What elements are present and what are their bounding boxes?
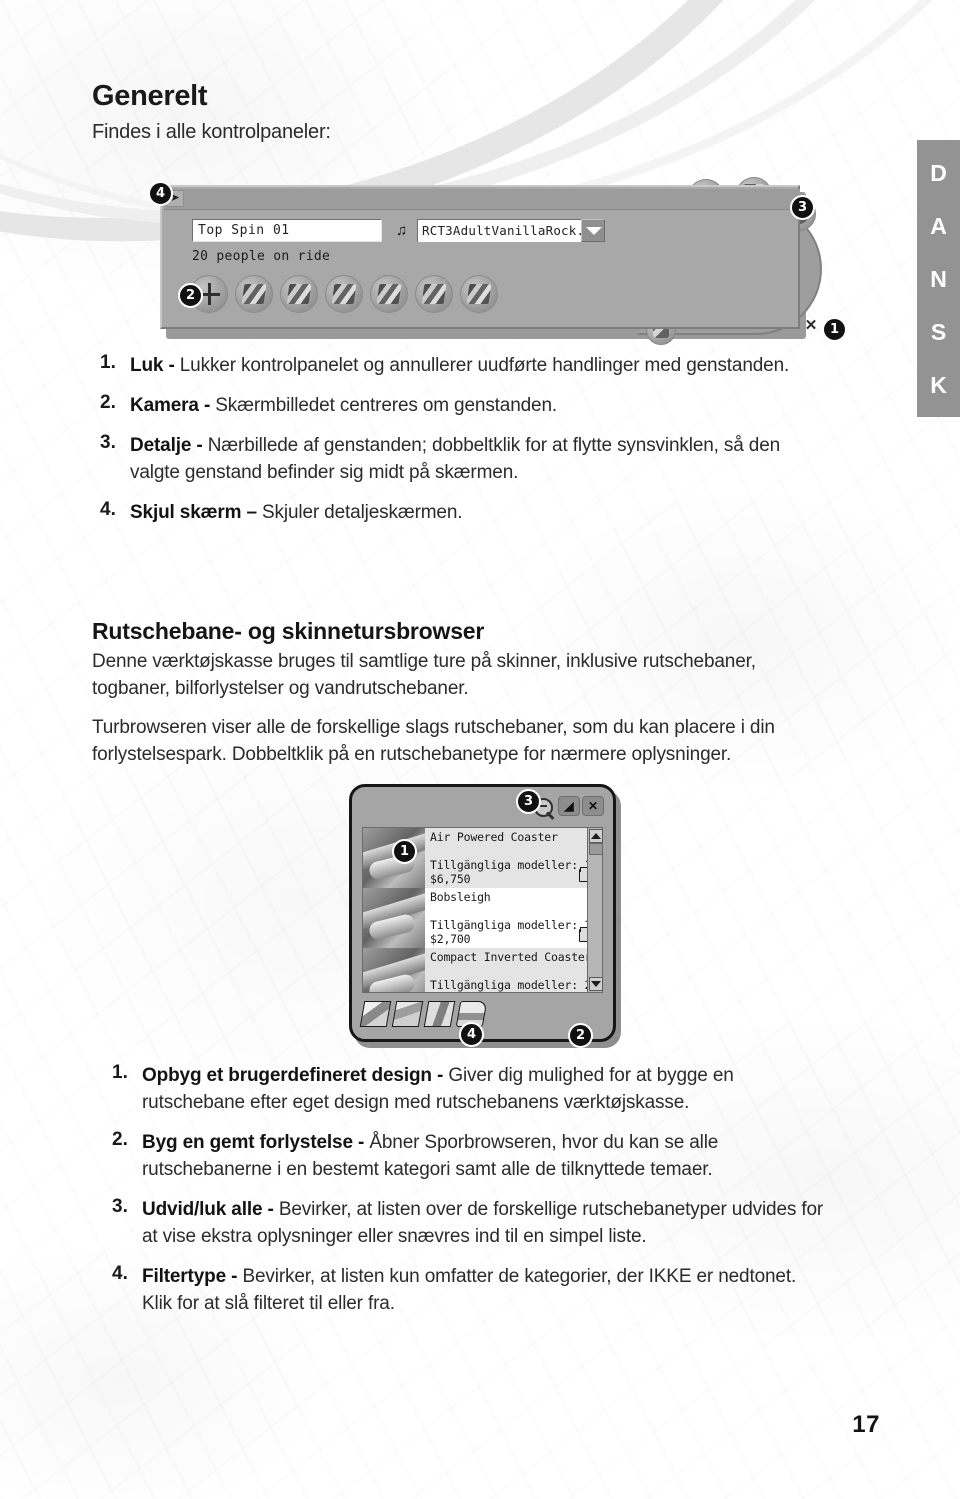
callout-badge-4: 4 [148,181,173,206]
ride-vehicle-icon[interactable] [235,275,273,313]
control-panel-legend-list: 1. Luk - Lukker kontrolpanelet og annull… [100,352,812,539]
list-item-number: 3. [100,432,116,453]
coaster-browser-screenshot: ◢ ✕ Air Powered Coaster Tillgängliga mod… [349,784,621,1048]
page-content: Generelt Findes i alle kontrolpaneler: D… [0,0,960,1499]
people-on-ride-status: 20 people on ride [192,249,331,264]
list-item-term: Byg en gemt forlystelse - [142,1132,370,1153]
settings-icon[interactable] [460,275,498,313]
list-item: 4. Filtertype - Bevirker, at listen kun … [112,1263,828,1317]
page-subtitle: Findes i alle kontrolpaneler: [92,121,331,143]
dansk-letter-k: K [930,372,947,398]
list-item-number: 4. [112,1263,128,1284]
list-item: 3. Detalje - Nærbillede af genstanden; d… [100,432,812,486]
track-layout-icon[interactable] [280,275,318,313]
ride-name-input[interactable]: Top Spin 01 [192,219,382,242]
list-item: 1. Opbyg et brugerdefineret design - Giv… [112,1062,828,1116]
coaster-models: Tillgängliga modeller: 2 [430,978,592,992]
page-title: Generelt [92,80,208,112]
coaster-title: Air Powered Coaster [430,830,558,844]
chevron-down-icon[interactable] [581,219,605,242]
list-item-number: 1. [100,352,116,373]
list-scrollbar[interactable] [587,827,603,993]
browser-legend-list: 1. Opbyg et brugerdefineret design - Giv… [112,1062,828,1330]
callout-badge-1: 1 [392,839,417,864]
list-item: 3. Udvid/luk alle - Bevirker, at listen … [112,1196,828,1250]
callout-badge-2: 2 [178,283,203,308]
list-item-number: 2. [112,1129,128,1150]
section-heading: Rutschebane- og skinnetursbrowser [92,618,485,644]
coaster-thumbnail [363,888,425,948]
control-panel-body: ➤ Top Spin 01 ♫ RCT3AdultVanillaRock.i 2… [160,185,800,329]
control-panel-screenshot: ➤ Top Spin 01 ♫ RCT3AdultVanillaRock.i 2… [148,177,847,345]
dansk-letter-s: S [930,319,947,345]
music-track-input[interactable]: RCT3AdultVanillaRock.i [417,219,581,242]
music-speaker-icon[interactable] [415,275,453,313]
list-item-term: Udvid/luk alle - [142,1199,279,1220]
dansk-letter-a: A [930,213,947,239]
list-item-desc: Skjuler detaljeskærmen. [262,502,463,523]
callout-badge-4: 4 [459,1022,484,1047]
list-item-desc: Lukker kontrolpanelet og annullerer uudf… [179,355,790,376]
pin-icon[interactable]: ◢ [558,796,580,816]
section-paragraph-2: Turbrowseren viser alle de forskellige s… [92,717,775,765]
close-x-icon[interactable]: ✕ [802,318,820,334]
expand-collapse-icon[interactable] [423,1001,456,1027]
close-x-icon[interactable]: ✕ [582,796,604,816]
dansk-letter-n: N [930,266,947,292]
queue-line-icon[interactable] [325,275,363,313]
control-panel-titlebar [164,189,800,210]
dansk-letter-d: D [930,160,947,186]
coaster-models: Tillgängliga modeller: 2 [430,918,592,932]
maintenance-icon[interactable] [370,275,408,313]
coaster-price: $2,700 [430,932,471,946]
scroll-down-arrow-icon[interactable] [589,977,603,991]
list-item-desc: Skærmbilledet centreres om genstanden. [215,395,558,416]
callout-badge-1: 1 [822,317,847,342]
music-note-icon: ♫ [396,222,408,239]
coaster-price: $6,750 [430,872,471,886]
section-paragraph-1: Denne værktøjskasse bruges til samtlige … [92,651,756,699]
scrollbar-thumb[interactable] [589,843,603,855]
page-number: 17 [852,1411,880,1438]
language-tab-dansk: D A N S K [917,140,960,417]
dialog-body: ◢ ✕ Air Powered Coaster Tillgängliga mod… [349,784,616,1042]
list-item: 2. Byg en gemt forlystelse - Åbner Sporb… [112,1129,828,1183]
list-item-number: 1. [112,1062,128,1083]
coaster-title: Compact Inverted Coaster [430,950,592,964]
coaster-title: Bobsleigh [430,890,491,904]
list-item-term: Opbyg et brugerdefineret design - [142,1065,449,1086]
list-item-desc: Nærbillede af genstanden; dobbeltklik fo… [130,435,781,483]
list-item: 4. Skjul skærm – Skjuler detaljeskærmen. [100,499,812,526]
list-item[interactable]: Bobsleigh Tillgängliga modeller: 2 $2,70… [363,888,601,948]
list-item-term: Kamera - [130,395,216,416]
list-item-term: Luk - [130,355,180,376]
saved-ride-icon[interactable] [391,1001,424,1027]
list-item[interactable]: Compact Inverted Coaster Tillgängliga mo… [363,948,601,992]
callout-badge-2: 2 [568,1023,593,1048]
list-item-term: Skjul skærm – [130,502,263,523]
list-item-term: Detalje - [130,435,208,456]
coaster-models: Tillgängliga modeller: 1 [430,858,592,872]
list-item-number: 2. [100,392,116,413]
callout-badge-3: 3 [516,789,541,814]
control-panel-icon-row [190,275,498,313]
list-item-number: 3. [112,1196,128,1217]
callout-badge-3: 3 [790,195,815,220]
list-item-term: Filtertype - [142,1266,243,1287]
scroll-up-arrow-icon[interactable] [589,829,603,843]
list-item-number: 4. [100,499,116,520]
list-item: 2. Kamera - Skærmbilledet centreres om g… [100,392,812,419]
list-item: 1. Luk - Lukker kontrolpanelet og annull… [100,352,812,379]
custom-design-icon[interactable] [359,1001,392,1027]
coaster-thumbnail [363,948,425,992]
